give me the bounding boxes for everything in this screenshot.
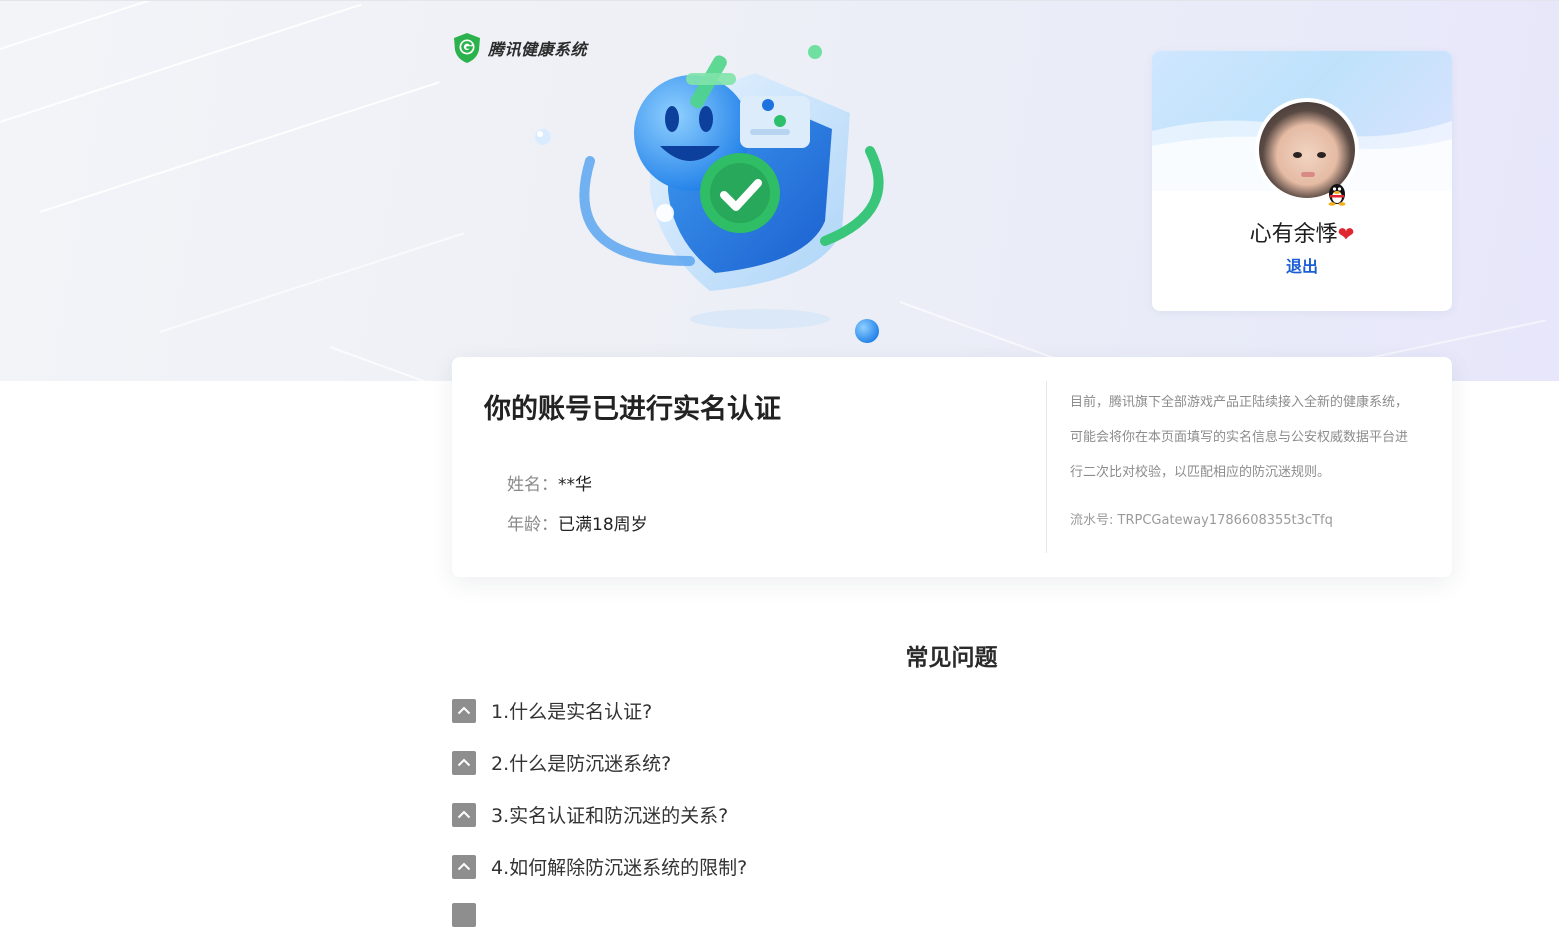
- chevron-up-icon[interactable]: [452, 750, 476, 775]
- serial-number: 流水号: TRPCGateway1786608355t3cTfq: [1070, 509, 1333, 528]
- name-label: 姓名：: [507, 475, 558, 495]
- name-value: **华: [558, 475, 592, 495]
- chevron-up-icon[interactable]: [452, 854, 476, 879]
- heart-icon: ❤: [1337, 222, 1355, 246]
- faq-question[interactable]: 3.实名认证和防沉迷的关系?: [491, 801, 728, 828]
- name-row: 姓名： **华: [507, 470, 592, 495]
- faq-item-1[interactable]: 1.什么是实名认证?: [452, 697, 652, 724]
- faq-question[interactable]: 4.如何解除防沉迷系统的限制?: [491, 853, 747, 880]
- page-title: 你的账号已进行实名认证: [484, 394, 781, 425]
- serial-label: 流水号:: [1070, 513, 1118, 528]
- faq-question[interactable]: 1.什么是实名认证?: [491, 697, 652, 724]
- logout-link[interactable]: 退出: [1152, 253, 1452, 277]
- faq-item-5[interactable]: [452, 903, 491, 927]
- verified-shield-illustration: [579, 45, 884, 343]
- faq-title: 常见问题: [905, 645, 998, 671]
- verification-card: 你的账号已进行实名认证 姓名： **华 年龄： 已满18周岁 目前，腾讯旗下全部…: [452, 357, 1452, 577]
- chevron-up-icon[interactable]: [452, 802, 476, 827]
- faq-item-2[interactable]: 2.什么是防沉迷系统?: [452, 749, 671, 776]
- username: 心有余悸❤: [1152, 216, 1452, 248]
- faq-item-4[interactable]: 4.如何解除防沉迷系统的限制?: [452, 853, 747, 880]
- faq-question[interactable]: 2.什么是防沉迷系统?: [491, 749, 671, 776]
- username-text: 心有余悸: [1249, 222, 1338, 247]
- chevron-up-icon[interactable]: [452, 698, 476, 723]
- age-label: 年龄：: [507, 515, 558, 535]
- serial-value: TRPCGateway1786608355t3cTfq: [1117, 513, 1333, 528]
- qq-penguin-icon: [1328, 184, 1346, 206]
- faq-item-3[interactable]: 3.实名认证和防沉迷的关系?: [452, 801, 728, 828]
- shield-g-icon: [454, 33, 480, 63]
- notice-text: 目前，腾讯旗下全部游戏产品正陆续接入全新的健康系统，可能会将你在本页面填写的实名…: [1070, 395, 1409, 480]
- chevron-up-icon[interactable]: [452, 903, 476, 927]
- card-divider: [1046, 381, 1047, 553]
- age-row: 年龄： 已满18周岁: [507, 510, 648, 535]
- age-value: 已满18周岁: [558, 515, 648, 535]
- brand-logo[interactable]: 腾讯健康系统: [452, 32, 587, 64]
- floating-bubble: [535, 129, 551, 145]
